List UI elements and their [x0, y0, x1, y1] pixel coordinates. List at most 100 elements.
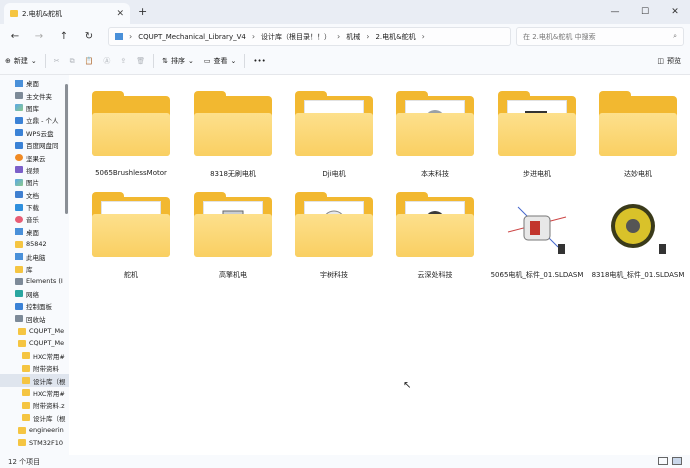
sidebar-item[interactable]: 下载	[0, 201, 69, 213]
sidebar-item[interactable]: 设计库（根	[0, 412, 69, 424]
maximize-button[interactable]: ☐	[630, 0, 660, 24]
item-name: 高擎机电	[219, 271, 247, 279]
sidebar-item[interactable]: 85842	[0, 238, 69, 250]
up-button[interactable]: ↑	[55, 27, 73, 45]
tab-current-folder[interactable]: 2.电机&舵机 ✕	[4, 3, 130, 24]
breadcrumb-item[interactable]: 机械	[346, 32, 360, 42]
file-view[interactable]: 5065BrushlessMotor 8318无刷电机 Dji电机 本末科技 步进电机 达…	[69, 75, 690, 455]
sidebar-item[interactable]: 附带资料.z	[0, 399, 69, 411]
file-item[interactable]: 8318电机_标件_01.SLDASM	[588, 180, 688, 280]
search-icon: ⌕	[673, 32, 677, 40]
sidebar-item[interactable]: 视频	[0, 164, 69, 176]
sidebar-item[interactable]: 文档	[0, 189, 69, 201]
scissors-icon: ✂	[53, 57, 60, 65]
sidebar-item[interactable]: Elements (I	[0, 275, 69, 287]
delete-button[interactable]: 🗑	[131, 50, 150, 72]
sidebar-item[interactable]: 设计库（根	[0, 374, 69, 387]
blue-icon	[15, 129, 23, 137]
details-view-icon[interactable]	[658, 457, 668, 465]
refresh-button[interactable]: ↻	[80, 27, 98, 45]
folder-icon	[22, 401, 30, 409]
share-button[interactable]: ⇪	[115, 50, 131, 72]
sidebar-item[interactable]: 控制面板	[0, 300, 69, 312]
blue-icon	[15, 141, 23, 149]
sidebar-item[interactable]: 主文件夹	[0, 89, 69, 101]
sidebar-item-label: 下载	[26, 204, 39, 213]
sort-button[interactable]: ⇅ 排序 ⌄	[157, 50, 199, 72]
minimize-button[interactable]: —	[600, 0, 630, 24]
sidebar-item[interactable]: 音乐	[0, 213, 69, 225]
sidebar-item[interactable]: 图片	[0, 176, 69, 188]
paste-button[interactable]: 📋	[80, 50, 99, 72]
preview-button[interactable]: ◫ 预览	[652, 50, 686, 72]
new-tab-button[interactable]: +	[138, 5, 147, 18]
preview-pane-icon: ◫	[657, 57, 664, 65]
sidebar-item-label: 此电脑	[26, 253, 46, 262]
copy-button[interactable]: ⧉	[65, 50, 80, 72]
breadcrumb-item[interactable]: CQUPT_Mechanical_Library_V4	[138, 33, 246, 41]
toolbar-divider	[244, 54, 246, 68]
address-bar[interactable]: › CQUPT_Mechanical_Library_V4 › 设计库（根目录！…	[108, 27, 511, 46]
sidebar-item[interactable]: 立鼎 - 个人	[0, 114, 69, 126]
view-button[interactable]: ▭ 查看 ⌄	[199, 50, 242, 72]
folder-item[interactable]: 云深处科技	[385, 180, 485, 280]
folder-item[interactable]: 舵机	[81, 180, 181, 280]
navigation-pane[interactable]: 桌面 主文件夹 图库 立鼎 - 个人 WPS云盘 百度网盘同 坚果云 视频 图片 文档 下载 音乐 桌面…	[0, 75, 69, 455]
sidebar-item[interactable]: 图库	[0, 102, 69, 114]
scrollbar-thumb[interactable]	[65, 84, 68, 214]
sidebar-item[interactable]: 回收站	[0, 312, 69, 324]
large-icons-view-icon[interactable]	[672, 457, 682, 465]
breadcrumb-item[interactable]: 设计库（根目录！！）	[261, 32, 331, 42]
item-count: 12 个项目	[8, 457, 41, 466]
sidebar-scrollbar[interactable]	[65, 82, 68, 442]
breadcrumb-item[interactable]: 2.电机&舵机	[375, 32, 415, 42]
sidebar-item-label: 文档	[26, 191, 39, 200]
folder-item[interactable]: 宇树科技	[284, 180, 384, 280]
folder-icon	[10, 10, 18, 17]
sidebar-item[interactable]: WPS云盘	[0, 127, 69, 139]
more-button[interactable]: •••	[248, 50, 270, 72]
sidebar-item[interactable]: 附带资料	[0, 362, 69, 374]
sidebar-item[interactable]: 网络	[0, 288, 69, 300]
sidebar-item[interactable]: 此电脑	[0, 250, 69, 262]
file-item[interactable]: 5065电机_标件_01.SLDASM	[487, 180, 587, 280]
folder-item[interactable]: 高擎机电	[183, 180, 283, 280]
sidebar-item[interactable]: 百度网盘同	[0, 139, 69, 151]
sidebar-item[interactable]: STM32F10	[0, 436, 69, 448]
sidebar-item[interactable]: 坚果云	[0, 151, 69, 163]
item-name: 宇树科技	[320, 271, 348, 279]
forward-button[interactable]: →	[30, 27, 48, 45]
sidebar-item[interactable]: HXC常用#	[0, 387, 69, 399]
folder-item[interactable]: 8318无刷电机	[183, 79, 283, 179]
folder-front	[194, 113, 272, 156]
item-name: 步进电机	[523, 170, 551, 178]
close-window-button[interactable]: ✕	[660, 0, 690, 24]
folder-item[interactable]: 步进电机	[487, 79, 587, 179]
sidebar-item[interactable]: 桌面	[0, 226, 69, 238]
sidebar-item[interactable]: CQUPT_Me	[0, 325, 69, 337]
rename-button[interactable]: Ⓐ	[98, 50, 115, 72]
cut-button[interactable]: ✂	[49, 50, 65, 72]
sidebar-item[interactable]: HXC常用#	[0, 350, 69, 362]
sidebar-item-label: 立鼎 - 个人	[26, 117, 59, 126]
folder-item[interactable]: Dji电机	[284, 79, 384, 179]
pc-icon	[15, 79, 23, 87]
sidebar-item[interactable]: engineerin	[0, 424, 69, 436]
breadcrumb-separator: ›	[251, 32, 256, 41]
file-thumbnail	[498, 192, 576, 262]
folder-icon	[194, 192, 272, 262]
folder-item[interactable]: 达妙电机	[588, 79, 688, 179]
back-button[interactable]: ←	[6, 27, 24, 45]
tab-close-icon[interactable]: ✕	[116, 9, 124, 19]
new-button[interactable]: ⊕ 新建 ⌄	[0, 50, 42, 72]
folder-item[interactable]: 5065BrushlessMotor	[81, 79, 181, 179]
folder-icon	[18, 426, 26, 434]
sidebar-item[interactable]: 库	[0, 263, 69, 275]
search-input[interactable]: 在 2.电机&舵机 中搜索	[523, 32, 596, 42]
search-box[interactable]: 在 2.电机&舵机 中搜索 ⌕	[516, 27, 684, 46]
sidebar-item[interactable]: 桌面	[0, 77, 69, 89]
folder-item[interactable]: 本末科技	[385, 79, 485, 179]
sidebar-item[interactable]: CQUPT_Me	[0, 337, 69, 349]
sidebar-item-label: 附带资料	[33, 365, 59, 374]
sidebar-item-label: 图库	[26, 104, 39, 113]
